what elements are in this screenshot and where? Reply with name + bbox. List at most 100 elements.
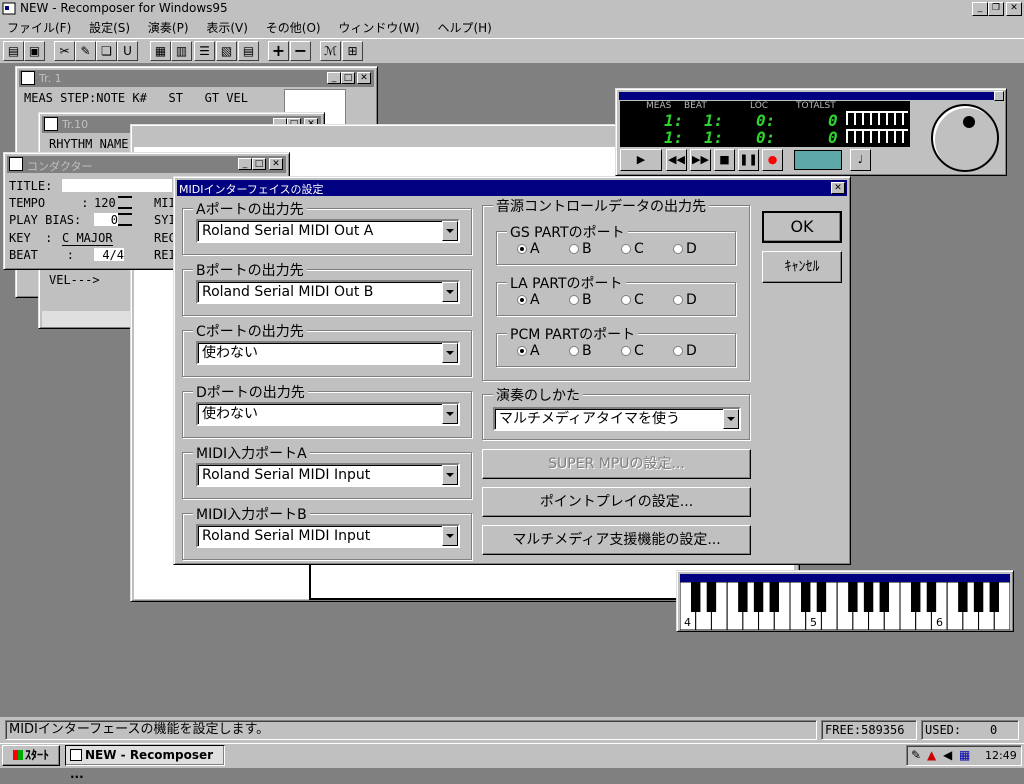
port-a-select[interactable]: Roland Serial MIDI Out A <box>196 219 460 243</box>
black-key[interactable] <box>706 582 717 612</box>
la-radio-d[interactable]: D <box>673 292 697 308</box>
beat-value[interactable]: 4/4 <box>94 248 124 262</box>
black-key[interactable] <box>753 582 764 612</box>
printer-icon[interactable]: ▥ <box>171 41 192 61</box>
tempo-spinner[interactable] <box>118 196 132 209</box>
start-button[interactable]: ｽﾀｰﾄ <box>2 745 60 766</box>
tempo-dial-icon[interactable] <box>931 104 999 172</box>
menu-view[interactable]: 表示(V) <box>206 21 248 35</box>
display-icon[interactable]: ▦ <box>959 748 970 762</box>
menu-other[interactable]: その他(O) <box>266 21 321 35</box>
la-radio-b[interactable]: B <box>569 292 592 308</box>
play-bias-value[interactable]: 0 <box>94 213 118 227</box>
multimedia-button[interactable]: マルチメディア支援機能の設定... <box>482 525 751 555</box>
chevron-down-icon[interactable] <box>442 282 458 302</box>
record-button[interactable]: ● <box>762 149 783 171</box>
black-key[interactable] <box>691 582 701 612</box>
pcm-radio-a[interactable]: A <box>517 343 540 359</box>
app-icon[interactable] <box>2 1 18 17</box>
conductor-minimize[interactable]: _ <box>238 158 252 170</box>
menu-window[interactable]: ウィンドウ(W) <box>338 21 419 35</box>
conductor-close[interactable]: ✕ <box>269 158 283 170</box>
black-key[interactable] <box>958 582 968 612</box>
la-radio-c[interactable]: C <box>621 292 644 308</box>
print-icon[interactable]: ▦ <box>150 41 171 61</box>
stop-button[interactable]: ■ <box>714 149 735 171</box>
copy-icon[interactable]: ❏ <box>96 41 117 61</box>
input-b-select[interactable]: Roland Serial MIDI Input <box>196 524 460 548</box>
gs-radio-a[interactable]: A <box>517 241 540 257</box>
chevron-down-icon[interactable] <box>442 221 458 241</box>
menu-help[interactable]: ヘルプ(H) <box>437 21 491 35</box>
open-icon[interactable]: ▤ <box>3 41 24 61</box>
rewind-button[interactable]: ◀◀ <box>666 149 687 171</box>
menu-settings[interactable]: 設定(S) <box>89 21 130 35</box>
menu-play[interactable]: 演奏(P) <box>148 21 189 35</box>
la-radio-a[interactable]: A <box>517 292 540 308</box>
black-key[interactable] <box>863 582 874 612</box>
bias-spinner[interactable] <box>118 213 132 226</box>
pause-button[interactable]: ❚❚ <box>738 149 759 171</box>
mode-toggle-icon[interactable] <box>794 150 842 170</box>
black-key[interactable] <box>973 582 984 612</box>
black-key[interactable] <box>769 582 779 612</box>
black-key[interactable] <box>926 582 937 612</box>
metronome-button[interactable]: ♩ <box>850 149 871 171</box>
chevron-down-icon[interactable] <box>442 404 458 424</box>
point-play-button[interactable]: ポイントプレイの設定... <box>482 487 751 517</box>
black-key[interactable] <box>801 582 811 612</box>
piano-keys[interactable]: 4 5 6 <box>679 581 1011 631</box>
pcm-radio-d[interactable]: D <box>673 343 697 359</box>
task-recomposer[interactable]: NEW - Recomposer ... <box>65 745 225 781</box>
key-value[interactable]: C MAJOR <box>62 231 113 246</box>
gs-radio-c[interactable]: C <box>621 241 644 257</box>
window-icon[interactable]: ▧ <box>216 41 237 61</box>
pcm-radio-c[interactable]: C <box>621 343 644 359</box>
chevron-down-icon[interactable] <box>723 409 739 429</box>
chevron-down-icon[interactable] <box>442 343 458 363</box>
track1-minimize[interactable]: _ <box>327 72 341 84</box>
track1-maximize[interactable]: □ <box>341 72 355 84</box>
player-titlebar[interactable] <box>619 92 1003 100</box>
track1-close[interactable]: ✕ <box>357 72 371 84</box>
black-key[interactable] <box>911 582 921 612</box>
cut-icon[interactable]: ✂ <box>54 41 75 61</box>
edit-icon[interactable]: ✎ <box>75 41 96 61</box>
paste-icon[interactable]: U <box>117 41 138 61</box>
cancel-button[interactable]: ｷｬﾝｾﾙ <box>762 251 842 283</box>
document-icon[interactable]: ▤ <box>238 41 259 61</box>
pcm-radio-b[interactable]: B <box>569 343 592 359</box>
conductor-title-field[interactable] <box>62 179 172 192</box>
black-key[interactable] <box>989 582 999 612</box>
port-c-select[interactable]: 使わない <box>196 341 460 365</box>
minimize-button[interactable]: _ <box>972 2 988 16</box>
port-b-select[interactable]: Roland Serial MIDI Out B <box>196 280 460 304</box>
dialog-close-icon[interactable]: ✕ <box>831 182 845 194</box>
minus-icon[interactable]: − <box>290 41 311 61</box>
gs-radio-b[interactable]: B <box>569 241 592 257</box>
black-key[interactable] <box>738 582 748 612</box>
play-button[interactable]: ▶ <box>620 149 662 171</box>
input-a-select[interactable]: Roland Serial MIDI Input <box>196 463 460 487</box>
dialog-titlebar[interactable]: MIDIインターフェイスの設定 ✕ <box>177 180 847 196</box>
chevron-down-icon[interactable] <box>442 526 458 546</box>
gs-radio-d[interactable]: D <box>673 241 697 257</box>
tempo-value[interactable]: 120 <box>94 196 116 210</box>
black-key[interactable] <box>879 582 889 612</box>
track1-titlebar[interactable]: Tr. 1 _ □ ✕ <box>19 70 374 87</box>
clock[interactable]: 12:49 <box>985 749 1017 762</box>
restore-button[interactable]: ❐ <box>988 2 1004 16</box>
grid-icon[interactable]: ⊞ <box>342 41 363 61</box>
black-key[interactable] <box>848 582 858 612</box>
play-mode-select[interactable]: マルチメディアタイマを使う <box>493 407 741 431</box>
fast-forward-button[interactable]: ▶▶ <box>690 149 711 171</box>
conductor-maximize[interactable]: □ <box>252 158 266 170</box>
super-mpu-button[interactable]: SUPER MPUの設定... <box>482 449 751 479</box>
keyboard-titlebar[interactable] <box>680 574 1010 582</box>
list-icon[interactable]: ☰ <box>194 41 215 61</box>
chevron-down-icon[interactable] <box>442 465 458 485</box>
midi-dialog[interactable]: MIDIインターフェイスの設定 ✕ Aポートの出力先 Roland Serial… <box>173 176 851 565</box>
port-d-select[interactable]: 使わない <box>196 402 460 426</box>
volume-icon[interactable]: ◀ <box>943 748 952 762</box>
keyboard-window[interactable]: 4 5 6 <box>676 570 1014 632</box>
